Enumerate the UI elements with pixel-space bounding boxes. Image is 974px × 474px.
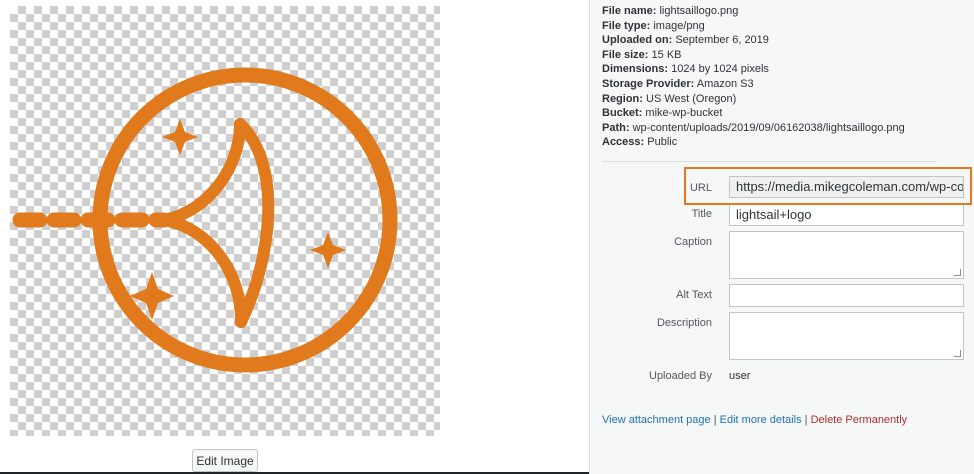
meta-file-name: File name: lightsaillogo.png — [602, 5, 739, 17]
title-label: Title — [691, 208, 712, 220]
meta-storage-provider: Storage Provider: Amazon S3 — [602, 77, 754, 90]
meta-uploaded-on: Uploaded on: September 6, 2019 — [602, 34, 769, 47]
resize-handle-icon[interactable] — [954, 350, 961, 357]
file-metadata: File name: lightsaillogo.png File type: … — [602, 4, 905, 150]
uploaded-by-label: Uploaded By — [649, 370, 712, 382]
meta-bucket: Bucket: mike-wp-bucket — [602, 107, 723, 120]
title-field[interactable]: lightsail+logo — [729, 203, 964, 226]
url-highlight-box — [684, 167, 972, 205]
link-separator: | — [713, 414, 717, 426]
alt-text-label: Alt Text — [676, 289, 712, 301]
metadata-divider — [602, 161, 937, 162]
meta-access: Access: Public — [602, 136, 678, 149]
edit-details-link[interactable]: Edit more details — [720, 414, 802, 426]
edit-image-button[interactable]: Edit Image — [192, 449, 258, 472]
alt-text-field[interactable] — [729, 284, 964, 307]
link-separator: | — [804, 414, 808, 426]
uploaded-by-value: user — [729, 370, 751, 382]
description-field[interactable] — [729, 312, 964, 360]
lightsail-logo-image — [12, 67, 398, 373]
meta-file-size: File size: 15 KB — [602, 48, 682, 61]
caption-label: Caption — [674, 236, 712, 248]
delete-permanently-link[interactable]: Delete Permanently — [811, 414, 908, 426]
description-label: Description — [656, 317, 712, 329]
caption-field[interactable] — [729, 231, 964, 279]
meta-file-type: File type: image/png — [602, 19, 705, 32]
attachment-details-panel: File name: lightsaillogo.png File type: … — [589, 0, 974, 474]
meta-region: Region: US West (Oregon) — [602, 92, 737, 105]
view-attachment-link[interactable]: View attachment page — [602, 414, 711, 426]
resize-handle-icon[interactable] — [954, 269, 961, 276]
meta-path: Path: wp-content/uploads/2019/09/0616203… — [602, 121, 905, 134]
attachment-actions: View attachment page | Edit more details… — [602, 414, 907, 426]
meta-dimensions: Dimensions: 1024 by 1024 pixels — [602, 63, 769, 76]
image-preview — [10, 6, 440, 436]
